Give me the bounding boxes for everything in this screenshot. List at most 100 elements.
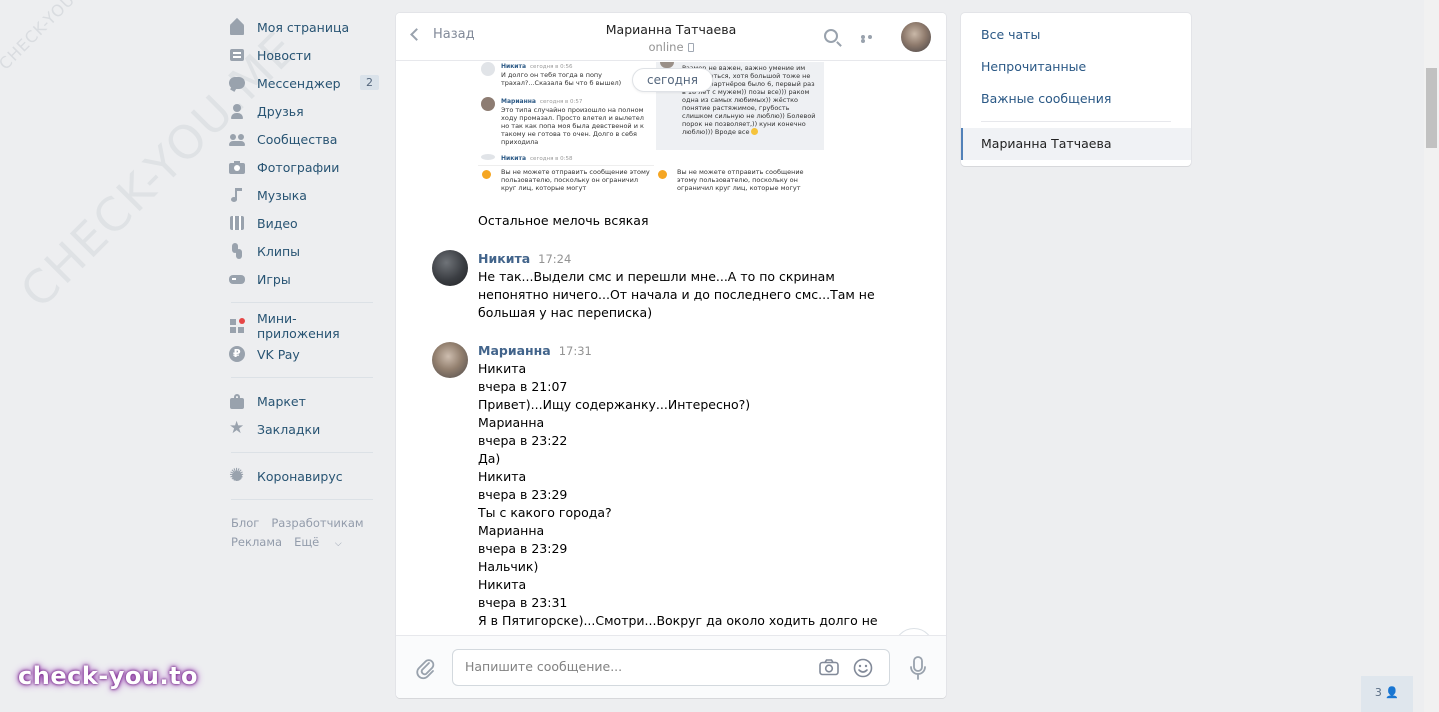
nav-item-label: Моя страница xyxy=(257,19,350,35)
nav-separator xyxy=(231,302,373,303)
message-input-box xyxy=(452,649,890,686)
nav-item-star[interactable]: ★ Закладки xyxy=(229,415,379,443)
message-line: Я в Пятигорске)...Смотри...Вокруг да око… xyxy=(478,613,878,628)
shot-author: Никита xyxy=(501,63,527,70)
message-line: большая у нас переписка) xyxy=(478,305,653,320)
avatar-marianna[interactable] xyxy=(432,342,468,378)
music-icon xyxy=(229,187,245,203)
nav-item-home[interactable]: Моя страница xyxy=(229,13,379,41)
chat-header: Назад Марианна Татчаева online xyxy=(396,13,946,61)
shot-time: сегодня в 0:58 xyxy=(530,156,573,162)
message-line: Да) xyxy=(478,451,501,466)
footer-link-blog[interactable]: Блог xyxy=(231,516,259,530)
nav-item-music[interactable]: Музыка xyxy=(229,181,379,209)
nav-item-label: Клипы xyxy=(257,243,301,259)
smile-emoji-icon xyxy=(751,128,759,135)
groups-icon xyxy=(229,131,245,147)
microphone-icon[interactable] xyxy=(908,656,928,680)
shot-author: Никита xyxy=(501,155,527,162)
camera-icon[interactable] xyxy=(819,659,839,676)
message-line: вчера в 23:29 xyxy=(478,541,568,556)
nav-item-label: Мессенджер xyxy=(257,75,341,91)
message-author[interactable]: Марианна 17:31 xyxy=(478,343,592,358)
nav-item-video[interactable]: Видео xyxy=(229,209,379,237)
filter-important[interactable]: Важные сообщения xyxy=(981,91,1111,106)
message-line: Нальчик) xyxy=(478,559,539,574)
person-icon: 👤 xyxy=(1385,686,1400,699)
nav-item-vkpay[interactable]: ₽ VK Pay xyxy=(229,340,379,368)
nav-item-camera[interactable]: Фотографии xyxy=(229,153,379,181)
message-line: Не так...Выдели смс и перешли мне...А то… xyxy=(478,269,835,284)
nav-item-groups[interactable]: Сообщества xyxy=(229,125,379,153)
message-line: Марианна xyxy=(478,523,545,538)
message-line: Никита xyxy=(478,577,527,592)
footer-more-label: Ещё xyxy=(294,535,320,549)
page-scrollbar[interactable] xyxy=(1424,0,1439,712)
nav-footer: Блог Разработчикам Реклама Ещё ⌵ xyxy=(229,514,379,554)
brand-watermark: check-you.to xyxy=(18,662,199,690)
search-icon[interactable] xyxy=(824,29,838,43)
message-line: Никита xyxy=(478,469,527,484)
video-icon xyxy=(229,215,245,231)
filter-all-chats[interactable]: Все чаты xyxy=(981,27,1040,42)
shot-message: Марианна сегодня в 0:57 Это типа случайно … xyxy=(478,95,654,148)
message-author[interactable]: Никита 17:24 xyxy=(478,251,571,266)
message-history[interactable]: сегодня Никита сегодня в 0:56 И долго он т… xyxy=(396,62,946,635)
footer-link-ads[interactable]: Реклама xyxy=(231,535,282,549)
shot-message: Никита сегодня в 0:58 xyxy=(478,152,654,165)
message-line: Марианна xyxy=(478,415,545,430)
message-line: вчера в 23:22 xyxy=(478,433,568,448)
panel-separator xyxy=(981,121,1171,122)
nav-item-games[interactable]: Игры xyxy=(229,265,379,293)
message-line: Привет)...Ищу содержанку...Интересно?) xyxy=(478,397,751,412)
nav-item-friends[interactable]: Друзья xyxy=(229,97,379,125)
attached-screenshot-left[interactable]: Никита сегодня в 0:56 И долго он тебя тогд… xyxy=(478,62,654,196)
paperclip-icon[interactable] xyxy=(416,658,436,680)
message-line: непонятно ничего...От начала и до послед… xyxy=(478,287,875,302)
scrollbar-thumb[interactable] xyxy=(1426,68,1437,148)
nav-item-market[interactable]: Маркет xyxy=(229,387,379,415)
nav-item-label: Игры xyxy=(257,271,291,287)
nav-item-news[interactable]: Новости xyxy=(229,41,379,69)
message-input[interactable] xyxy=(465,659,795,674)
nav-item-virus[interactable]: ✺ Коронавирус xyxy=(229,462,379,490)
filter-unread[interactable]: Непрочитанные xyxy=(981,59,1086,74)
nav-item-apps[interactable]: Мини-приложения xyxy=(229,311,379,341)
nav-item-clips[interactable]: Клипы xyxy=(229,237,379,265)
message-body: Не так...Выдели смс и перешли мне...А то… xyxy=(478,268,878,322)
news-icon xyxy=(229,47,245,63)
watermark-small: CHECK-YOU.ME xyxy=(0,0,102,74)
mobile-phone-icon xyxy=(687,43,694,52)
avatar-nikita[interactable] xyxy=(432,250,468,286)
unread-badge: 2 xyxy=(360,75,379,90)
active-chat-name: Марианна Татчаева xyxy=(981,136,1112,151)
nav-item-label: Видео xyxy=(257,215,298,231)
footer-link-more[interactable]: Ещё ⌵ xyxy=(294,535,342,549)
message-time: 17:24 xyxy=(538,252,572,266)
market-icon xyxy=(229,393,245,409)
chat-filters-panel: Все чаты Непрочитанные Важные сообщения … xyxy=(961,13,1191,166)
more-icon[interactable] xyxy=(861,35,879,43)
warning-icon xyxy=(482,170,491,179)
friends-icon xyxy=(229,103,245,119)
peer-avatar[interactable] xyxy=(901,22,931,52)
message-line: вчера в 23:31 xyxy=(478,595,568,610)
vkpay-icon: ₽ xyxy=(229,346,245,362)
online-count: 3 xyxy=(1374,686,1382,699)
emoji-icon[interactable] xyxy=(853,658,873,678)
footer-link-developers[interactable]: Разработчикам xyxy=(271,516,363,530)
online-friends-button[interactable]: 3 👤 xyxy=(1361,676,1413,712)
message-caption: Остальное мелочь всякая xyxy=(478,213,649,228)
message-body: Никита вчера в 21:07 Привет)...Ищу содержа… xyxy=(478,360,878,630)
shot-warning: Вы не можете отправить сообщение этому п… xyxy=(654,166,826,194)
message-line: вчера в 21:07 xyxy=(478,379,568,394)
message-line: Ты с какого города? xyxy=(478,505,612,520)
left-nav: Моя страница Новости Мессенджер 2 Друзья Сооб… xyxy=(229,13,379,554)
shot-warning-text: Вы не можете отправить сообщение этому п… xyxy=(677,168,804,192)
messenger-icon xyxy=(229,75,245,92)
nav-item-label: Коронавирус xyxy=(257,468,343,484)
nav-item-messenger[interactable]: Мессенджер 2 xyxy=(229,69,379,97)
nav-item-label: Фотографии xyxy=(257,159,340,175)
active-chat-item[interactable]: Марианна Татчаева xyxy=(961,128,1191,160)
scroll-to-bottom-button[interactable] xyxy=(894,628,934,635)
